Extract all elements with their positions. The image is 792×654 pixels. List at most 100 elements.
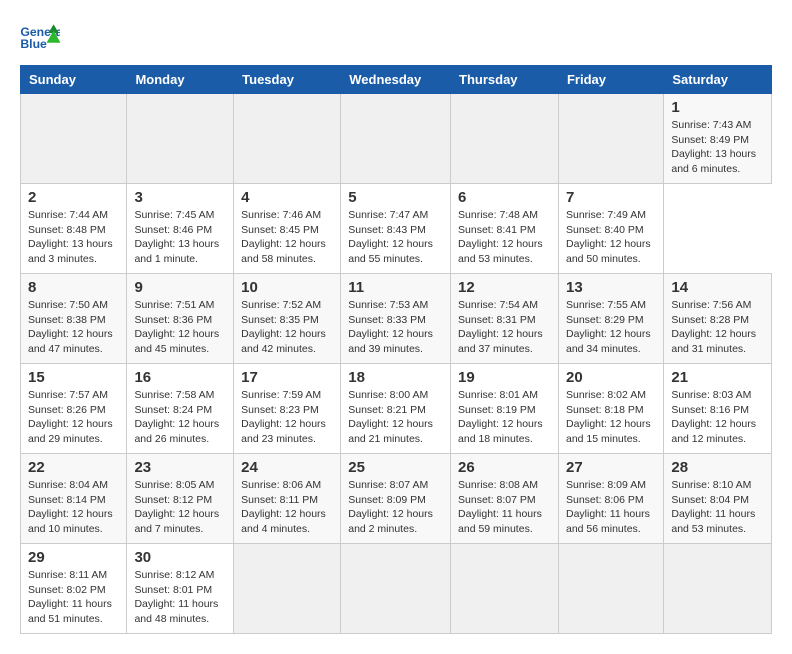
day-number: 25 xyxy=(348,459,443,476)
day-cell-18: 18 Sunrise: 8:00 AMSunset: 8:21 PMDayligh… xyxy=(341,364,451,454)
header-saturday: Saturday xyxy=(664,66,772,94)
day-cell-9: 9 Sunrise: 7:51 AMSunset: 8:36 PMDaylight… xyxy=(127,274,234,364)
day-cell-10: 10 Sunrise: 7:52 AMSunset: 8:35 PMDayligh… xyxy=(234,274,341,364)
day-cell-4: 4 Sunrise: 7:46 AMSunset: 8:45 PMDaylight… xyxy=(234,184,341,274)
day-number: 2 xyxy=(28,189,119,206)
day-number: 4 xyxy=(241,189,333,206)
day-cell-26: 26Sunrise: 8:08 AMSunset: 8:07 PMDayligh… xyxy=(451,454,559,544)
day-number: 21 xyxy=(671,369,764,386)
day-number: 17 xyxy=(241,369,333,386)
day-number: 1 xyxy=(671,99,764,116)
day-cell-22: 22 Sunrise: 8:04 AMSunset: 8:14 PMDayligh… xyxy=(21,454,127,544)
empty-cell xyxy=(558,94,663,184)
day-number: 10 xyxy=(241,279,333,296)
logo: General Blue xyxy=(20,20,64,55)
svg-text:Blue: Blue xyxy=(20,37,47,51)
day-number: 27 xyxy=(566,459,656,476)
day-number: 29 xyxy=(28,549,119,566)
day-info: Sunrise: 7:55 AMSunset: 8:29 PMDaylight:… xyxy=(566,298,656,357)
day-info: Sunrise: 7:56 AMSunset: 8:28 PMDaylight:… xyxy=(671,298,764,357)
day-cell-19: 19Sunrise: 8:01 AMSunset: 8:19 PMDayligh… xyxy=(451,364,559,454)
day-cell-23: 23Sunrise: 8:05 AMSunset: 8:12 PMDayligh… xyxy=(127,454,234,544)
day-info: Sunrise: 8:03 AMSunset: 8:16 PMDaylight:… xyxy=(671,388,764,447)
empty-cell xyxy=(234,94,341,184)
day-number: 18 xyxy=(348,369,443,386)
day-cell-28: 28Sunrise: 8:10 AMSunset: 8:04 PMDayligh… xyxy=(664,454,772,544)
day-info: Sunrise: 7:57 AMSunset: 8:26 PMDaylight:… xyxy=(28,388,119,447)
day-number: 15 xyxy=(28,369,119,386)
calendar-week-1: 1 Sunrise: 7:43 AMSunset: 8:49 PMDaylight… xyxy=(21,94,772,184)
calendar-week-3: 8 Sunrise: 7:50 AMSunset: 8:38 PMDaylight… xyxy=(21,274,772,364)
header-row: SundayMondayTuesdayWednesdayThursdayFrid… xyxy=(21,66,772,94)
day-cell-3: 3Sunrise: 7:45 AMSunset: 8:46 PMDaylight… xyxy=(127,184,234,274)
calendar-week-6: 29 Sunrise: 8:11 AMSunset: 8:02 PMDayligh… xyxy=(21,544,772,634)
day-info: Sunrise: 7:46 AMSunset: 8:45 PMDaylight:… xyxy=(241,208,333,267)
day-number: 30 xyxy=(134,549,226,566)
day-number: 24 xyxy=(241,459,333,476)
day-cell-27: 27 Sunrise: 8:09 AMSunset: 8:06 PMDayligh… xyxy=(558,454,663,544)
day-cell-7: 7Sunrise: 7:49 AMSunset: 8:40 PMDaylight… xyxy=(558,184,663,274)
day-info: Sunrise: 8:00 AMSunset: 8:21 PMDaylight:… xyxy=(348,388,443,447)
day-cell-15: 15 Sunrise: 7:57 AMSunset: 8:26 PMDayligh… xyxy=(21,364,127,454)
header-tuesday: Tuesday xyxy=(234,66,341,94)
day-info: Sunrise: 7:50 AMSunset: 8:38 PMDaylight:… xyxy=(28,298,119,357)
day-number: 22 xyxy=(28,459,119,476)
empty-cell xyxy=(21,94,127,184)
day-info: Sunrise: 8:11 AMSunset: 8:02 PMDaylight:… xyxy=(28,568,119,627)
header-thursday: Thursday xyxy=(451,66,559,94)
day-info: Sunrise: 7:51 AMSunset: 8:36 PMDaylight:… xyxy=(134,298,226,357)
day-info: Sunrise: 8:09 AMSunset: 8:06 PMDaylight:… xyxy=(566,478,656,537)
day-number: 11 xyxy=(348,279,443,296)
empty-cell xyxy=(127,94,234,184)
day-info: Sunrise: 7:53 AMSunset: 8:33 PMDaylight:… xyxy=(348,298,443,357)
day-info: Sunrise: 7:43 AMSunset: 8:49 PMDaylight:… xyxy=(671,118,764,177)
day-cell-25: 25 Sunrise: 8:07 AMSunset: 8:09 PMDayligh… xyxy=(341,454,451,544)
day-cell-1: 1 Sunrise: 7:43 AMSunset: 8:49 PMDaylight… xyxy=(664,94,772,184)
day-info: Sunrise: 8:06 AMSunset: 8:11 PMDaylight:… xyxy=(241,478,333,537)
day-info: Sunrise: 7:48 AMSunset: 8:41 PMDaylight:… xyxy=(458,208,551,267)
day-info: Sunrise: 8:10 AMSunset: 8:04 PMDaylight:… xyxy=(671,478,764,537)
day-info: Sunrise: 7:54 AMSunset: 8:31 PMDaylight:… xyxy=(458,298,551,357)
empty-cell xyxy=(341,94,451,184)
day-cell-16: 16 Sunrise: 7:58 AMSunset: 8:24 PMDayligh… xyxy=(127,364,234,454)
empty-cell xyxy=(558,544,663,634)
header-wednesday: Wednesday xyxy=(341,66,451,94)
day-cell-24: 24 Sunrise: 8:06 AMSunset: 8:11 PMDayligh… xyxy=(234,454,341,544)
day-cell-30: 30 Sunrise: 8:12 AMSunset: 8:01 PMDayligh… xyxy=(127,544,234,634)
day-cell-14: 14Sunrise: 7:56 AMSunset: 8:28 PMDayligh… xyxy=(664,274,772,364)
day-cell-12: 12Sunrise: 7:54 AMSunset: 8:31 PMDayligh… xyxy=(451,274,559,364)
day-info: Sunrise: 8:12 AMSunset: 8:01 PMDaylight:… xyxy=(134,568,226,627)
day-number: 19 xyxy=(458,369,551,386)
calendar-week-2: 2 Sunrise: 7:44 AMSunset: 8:48 PMDaylight… xyxy=(21,184,772,274)
header-sunday: Sunday xyxy=(21,66,127,94)
day-info: Sunrise: 8:05 AMSunset: 8:12 PMDaylight:… xyxy=(134,478,226,537)
day-cell-21: 21 Sunrise: 8:03 AMSunset: 8:16 PMDayligh… xyxy=(664,364,772,454)
day-cell-6: 6Sunrise: 7:48 AMSunset: 8:41 PMDaylight… xyxy=(451,184,559,274)
page-header: General Blue xyxy=(20,20,772,55)
day-cell-20: 20Sunrise: 8:02 AMSunset: 8:18 PMDayligh… xyxy=(558,364,663,454)
day-info: Sunrise: 8:02 AMSunset: 8:18 PMDaylight:… xyxy=(566,388,656,447)
day-number: 5 xyxy=(348,189,443,206)
day-info: Sunrise: 7:49 AMSunset: 8:40 PMDaylight:… xyxy=(566,208,656,267)
day-info: Sunrise: 7:59 AMSunset: 8:23 PMDaylight:… xyxy=(241,388,333,447)
day-number: 13 xyxy=(566,279,656,296)
day-cell-8: 8 Sunrise: 7:50 AMSunset: 8:38 PMDaylight… xyxy=(21,274,127,364)
empty-cell xyxy=(234,544,341,634)
empty-cell xyxy=(664,544,772,634)
day-info: Sunrise: 7:44 AMSunset: 8:48 PMDaylight:… xyxy=(28,208,119,267)
day-cell-11: 11 Sunrise: 7:53 AMSunset: 8:33 PMDayligh… xyxy=(341,274,451,364)
header-friday: Friday xyxy=(558,66,663,94)
calendar-week-5: 22 Sunrise: 8:04 AMSunset: 8:14 PMDayligh… xyxy=(21,454,772,544)
day-info: Sunrise: 7:45 AMSunset: 8:46 PMDaylight:… xyxy=(134,208,226,267)
day-number: 16 xyxy=(134,369,226,386)
day-number: 9 xyxy=(134,279,226,296)
day-cell-2: 2 Sunrise: 7:44 AMSunset: 8:48 PMDaylight… xyxy=(21,184,127,274)
day-info: Sunrise: 7:52 AMSunset: 8:35 PMDaylight:… xyxy=(241,298,333,357)
empty-cell xyxy=(451,544,559,634)
day-info: Sunrise: 7:58 AMSunset: 8:24 PMDaylight:… xyxy=(134,388,226,447)
day-number: 8 xyxy=(28,279,119,296)
day-info: Sunrise: 8:08 AMSunset: 8:07 PMDaylight:… xyxy=(458,478,551,537)
day-info: Sunrise: 8:07 AMSunset: 8:09 PMDaylight:… xyxy=(348,478,443,537)
day-info: Sunrise: 8:04 AMSunset: 8:14 PMDaylight:… xyxy=(28,478,119,537)
day-cell-17: 17 Sunrise: 7:59 AMSunset: 8:23 PMDayligh… xyxy=(234,364,341,454)
